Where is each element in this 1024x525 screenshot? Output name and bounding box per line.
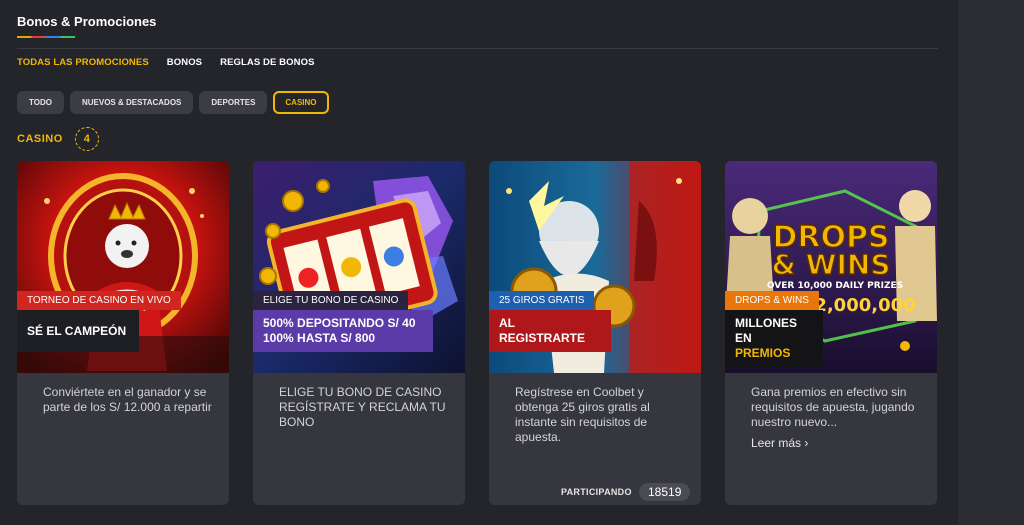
promo-card-drops-wins[interactable]: DROPS & WINS OVER 10,000 DAILY PRIZES 2,… — [725, 161, 937, 505]
promo-tag: ELIGE TU BONO DE CASINO — [253, 291, 409, 310]
section-header: CASINO 4 — [17, 127, 99, 151]
drops-wins-art-subtitle: OVER 10,000 DAILY PRIZES — [767, 281, 903, 291]
promo-headline: SÉ EL CAMPEÓN — [17, 310, 139, 352]
promo-tag: DROPS & WINS — [725, 291, 819, 310]
promo-card-live-casino[interactable]: TORNEO DE CASINO EN VIVO SÉ EL CAMPEÓN C… — [17, 161, 229, 505]
right-side-panel — [958, 0, 1024, 525]
section-count-badge: 4 — [74, 127, 99, 151]
filter-casino[interactable]: CASINO — [273, 91, 329, 114]
filter-sports[interactable]: DEPORTES — [199, 91, 268, 114]
promo-headline-line1: 500% DEPOSITANDO S/ 40 — [263, 316, 416, 330]
title-underline — [17, 36, 75, 38]
tab-bonuses[interactable]: BONOS — [167, 57, 202, 68]
promo-headline-line1: MILLONES EN — [735, 316, 797, 345]
tab-all-promotions[interactable]: TODAS LAS PROMOCIONES — [17, 57, 149, 68]
promo-headline: AL REGISTRARTE — [489, 310, 611, 352]
page-title: Bonos & Promociones — [17, 14, 157, 29]
header-divider — [17, 48, 938, 49]
drops-wins-art-title-2: & WINS — [771, 248, 890, 281]
promo-headline-line1: SÉ EL CAMPEÓN — [27, 323, 127, 338]
promo-description: ELIGE TU BONO DE CASINO REGÍSTRATE Y REC… — [279, 385, 446, 429]
promo-headline: MILLONES EN PREMIOS — [725, 310, 823, 367]
main-content: Bonos & Promociones TODAS LAS PROMOCIONE… — [0, 0, 958, 525]
promo-card-free-spins[interactable]: 25 GIROS GRATIS AL REGISTRARTE Regístres… — [489, 161, 701, 505]
filter-chips: TODO NUEVOS & DESTACADOS DEPORTES CASINO — [17, 91, 329, 114]
promo-tabs: TODAS LAS PROMOCIONES BONOS REGLAS DE BO… — [17, 57, 315, 68]
promo-tag: 25 GIROS GRATIS — [489, 291, 595, 310]
filter-all[interactable]: TODO — [17, 91, 64, 114]
promo-headline-line2: PREMIOS — [735, 346, 791, 360]
promo-tag: TORNEO DE CASINO EN VIVO — [17, 291, 181, 310]
promo-card-casino-bonus[interactable]: ELIGE TU BONO DE CASINO 500% DEPOSITANDO… — [253, 161, 465, 505]
tab-bonus-rules[interactable]: REGLAS DE BONOS — [220, 57, 314, 68]
promo-headline: 500% DEPOSITANDO S/ 40 100% HASTA S/ 800 — [253, 310, 433, 352]
promo-description: Gana premios en efectivo sin requisitos … — [751, 385, 915, 429]
promo-headline-line1: AL REGISTRARTE — [499, 316, 586, 345]
promo-description: Conviértete en el ganador y se parte de … — [43, 385, 212, 414]
participating-label: PARTICIPANDO — [561, 487, 632, 497]
filter-new-featured[interactable]: NUEVOS & DESTACADOS — [69, 91, 194, 114]
drops-wins-art-amount: 2,000,000 — [814, 295, 915, 316]
promo-description: Regístrese en Coolbet y obtenga 25 giros… — [515, 385, 650, 444]
read-more-link[interactable]: Leer más › — [751, 436, 808, 450]
section-title: CASINO — [17, 133, 63, 145]
promo-headline-line2: 100% HASTA S/ 800 — [263, 331, 376, 345]
participating-count: 18519 — [639, 483, 691, 501]
